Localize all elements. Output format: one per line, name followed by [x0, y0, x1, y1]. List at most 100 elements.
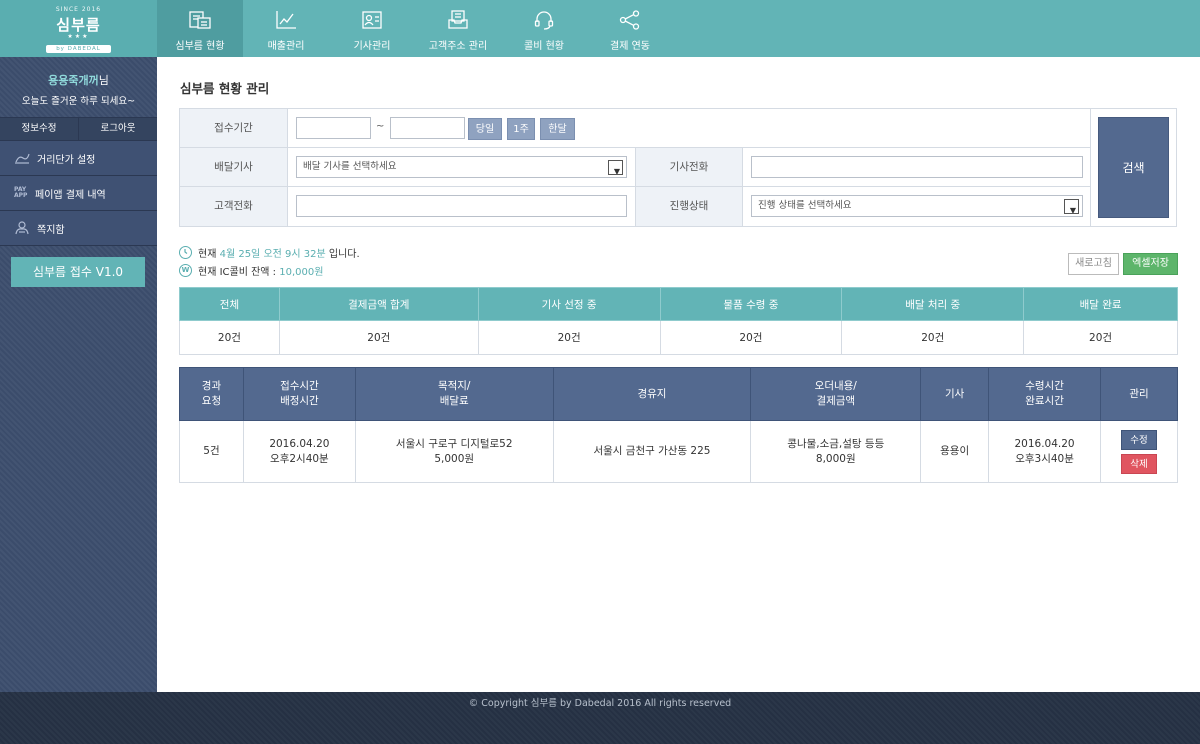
sidebar-item-label: 쪽지함: [37, 224, 65, 236]
period-label: 접수기간: [180, 109, 288, 147]
main-nav: 심부름 현황 매출관리 기사관리 고객주소 관리 콜비 현황 결제 연동: [157, 0, 673, 57]
driver-phone-input[interactable]: [751, 156, 1083, 178]
refresh-button[interactable]: 새로고침: [1068, 253, 1119, 275]
nav-label: 결제 연동: [610, 41, 650, 52]
order-waypoint: 서울시 금천구 가산동 225: [552, 420, 752, 483]
period-week-button[interactable]: 1주: [507, 118, 535, 140]
orders-header: 접수시간 배정시간: [242, 367, 356, 421]
nav-item-order-status[interactable]: 심부름 현황: [157, 0, 243, 57]
search-divider: [1090, 109, 1091, 226]
order-done: 오후3시40분: [1015, 452, 1074, 465]
distance-chart-icon: [15, 153, 30, 164]
order-actions: 수정 삭제: [1100, 420, 1178, 483]
search-row-customer: 고객전화 진행상태 진행 상태를 선택하세요 ▼: [180, 187, 1090, 226]
nav-label: 매출관리: [267, 41, 305, 52]
orders-header: 관리: [1100, 367, 1178, 421]
search-form: 접수기간 ~ 당일 1주 한달 배달기사 배달 기사를 선택하세요 ▼ 기사전화…: [179, 108, 1177, 227]
search-button[interactable]: 검색: [1098, 117, 1169, 218]
greeting-box: 용용죽개꺼님 오늘도 즐거운 하루 되세요~: [0, 57, 157, 117]
header-line: 배정시간: [280, 395, 319, 407]
logo-since: SINCE 2016: [55, 6, 102, 13]
nav-label: 기사관리: [353, 41, 391, 52]
orders-header: 오더내용/결제금액: [750, 367, 922, 421]
order-times: 2016.04.20 오후2시40분: [242, 420, 356, 483]
won-icon: W: [179, 263, 192, 277]
nav-item-call-fee[interactable]: 콜비 현황: [501, 0, 587, 57]
status-select[interactable]: 진행 상태를 선택하세요 ▼: [751, 195, 1083, 217]
period-tilde: ~: [376, 121, 385, 132]
user-suffix: 님: [98, 74, 109, 87]
id-card-icon: [362, 11, 382, 29]
table-row[interactable]: 5건 2016.04.20 오후2시40분 서울시 구로구 디지털로52 5,000…: [179, 420, 1178, 483]
nav-label: 고객주소 관리: [428, 41, 488, 52]
stats-value: 20건: [278, 320, 479, 355]
account-links: 정보수정 로그아웃: [0, 117, 157, 141]
order-fee: 5,000원: [434, 452, 475, 465]
order-pickup-cell: 2016.04.20 오후3시40분: [988, 420, 1101, 483]
nav-item-customer-address[interactable]: 고객주소 관리: [415, 0, 501, 57]
current-time-prefix: 현재: [198, 248, 217, 260]
address-box-icon: [448, 10, 468, 29]
current-time-value: 4월 25일 오전 9시 32분: [219, 248, 326, 260]
share-nodes-icon: [619, 10, 640, 30]
stats-header: 결제금액 합계: [278, 287, 479, 321]
order-amount: 8,000원: [815, 452, 856, 465]
sidebar-item-label: 페이앱 결제 내역: [35, 189, 106, 201]
stats-value-row: 20건 20건 20건 20건 20건 20건: [179, 320, 1178, 355]
sidebar-item-payapp-history[interactable]: PAY APP 페이앱 결제 내역: [0, 176, 157, 211]
stats-header-row: 전체 결제금액 합계 기사 선정 중 물품 수령 중 배달 처리 중 배달 완료: [179, 287, 1178, 321]
period-end-input[interactable]: [390, 117, 465, 139]
status-label: 진행상태: [635, 187, 743, 226]
nav-item-sales[interactable]: 매출관리: [243, 0, 329, 57]
footer: © Copyright 심부름 by Dabedal 2016 All righ…: [0, 692, 1200, 744]
sidebar-item-messages[interactable]: 쪽지함: [0, 211, 157, 246]
excel-save-button[interactable]: 엑셀저장: [1123, 253, 1178, 275]
nav-item-payment-link[interactable]: 결제 연동: [587, 0, 673, 57]
line-chart-icon: [276, 11, 296, 29]
stats-value: 20건: [659, 320, 843, 355]
order-destination-cell: 서울시 구로구 디지털로52 5,000원: [354, 420, 554, 483]
nav-item-drivers[interactable]: 기사관리: [329, 0, 415, 57]
stats-value: 20건: [1023, 320, 1178, 355]
orders-header: 수령시간 완료시간: [988, 367, 1101, 421]
current-time-line: 현재 4월 25일 오전 9시 32분 입니다.: [179, 243, 360, 261]
nav-label: 심부름 현황: [175, 41, 225, 52]
order-received: 2016.04.20: [269, 437, 330, 450]
order-assigned: 오후2시40분: [270, 452, 329, 465]
driver-label: 배달기사: [180, 148, 288, 186]
period-start-input[interactable]: [296, 117, 371, 139]
main-content: 심부름 현황 관리 접수기간 ~ 당일 1주 한달 배달기사 배달 기사를 선택…: [157, 57, 1200, 692]
edit-button[interactable]: 수정: [1121, 429, 1157, 450]
logout-button[interactable]: 로그아웃: [79, 118, 157, 140]
version-button[interactable]: 심부름 접수 V1.0: [11, 257, 145, 287]
customer-phone-input[interactable]: [296, 195, 627, 217]
period-month-button[interactable]: 한달: [540, 118, 575, 140]
status-select-value: 진행 상태를 선택하세요: [758, 200, 852, 211]
driver-select[interactable]: 배달 기사를 선택하세요 ▼: [296, 156, 627, 178]
driver-phone-label: 기사전화: [635, 148, 743, 186]
header-line: 수령시간: [1025, 380, 1064, 392]
header-line: 목적지/: [437, 380, 471, 392]
user-name-line: 용용죽개꺼님: [0, 72, 157, 88]
period-today-button[interactable]: 당일: [468, 118, 502, 140]
balance-prefix: 현재 IC콜비 잔액 :: [198, 266, 277, 278]
header-line: 요청: [201, 395, 222, 407]
page-title: 심부름 현황 관리: [180, 81, 270, 96]
header-line: 경과: [201, 380, 222, 392]
current-time-suffix: 입니다.: [328, 248, 360, 260]
greeting-message: 오늘도 즐거운 하루 되세요~: [21, 96, 136, 107]
nav-label: 콜비 현황: [524, 41, 564, 52]
edit-profile-button[interactable]: 정보수정: [0, 118, 79, 140]
logo-ribbon: by DABEDAL: [46, 45, 111, 53]
stats-header: 배달 처리 중: [841, 287, 1025, 321]
delete-button[interactable]: 삭제: [1121, 453, 1157, 474]
stats-value: 20건: [841, 320, 1025, 355]
logo[interactable]: SINCE 2016 심부름 ★★★ by DABEDAL: [0, 0, 157, 57]
orders-header: 목적지/배달료: [354, 367, 554, 421]
order-destination: 서울시 구로구 디지털로52: [395, 437, 513, 450]
logo-name: 심부름: [56, 16, 101, 34]
sidebar-item-distance-price[interactable]: 거리단가 설정: [0, 141, 157, 176]
order-list-icon: [189, 11, 211, 29]
stats-header: 배달 완료: [1023, 287, 1178, 321]
order-content: 콩나물,소금,설탕 등등: [787, 437, 885, 450]
